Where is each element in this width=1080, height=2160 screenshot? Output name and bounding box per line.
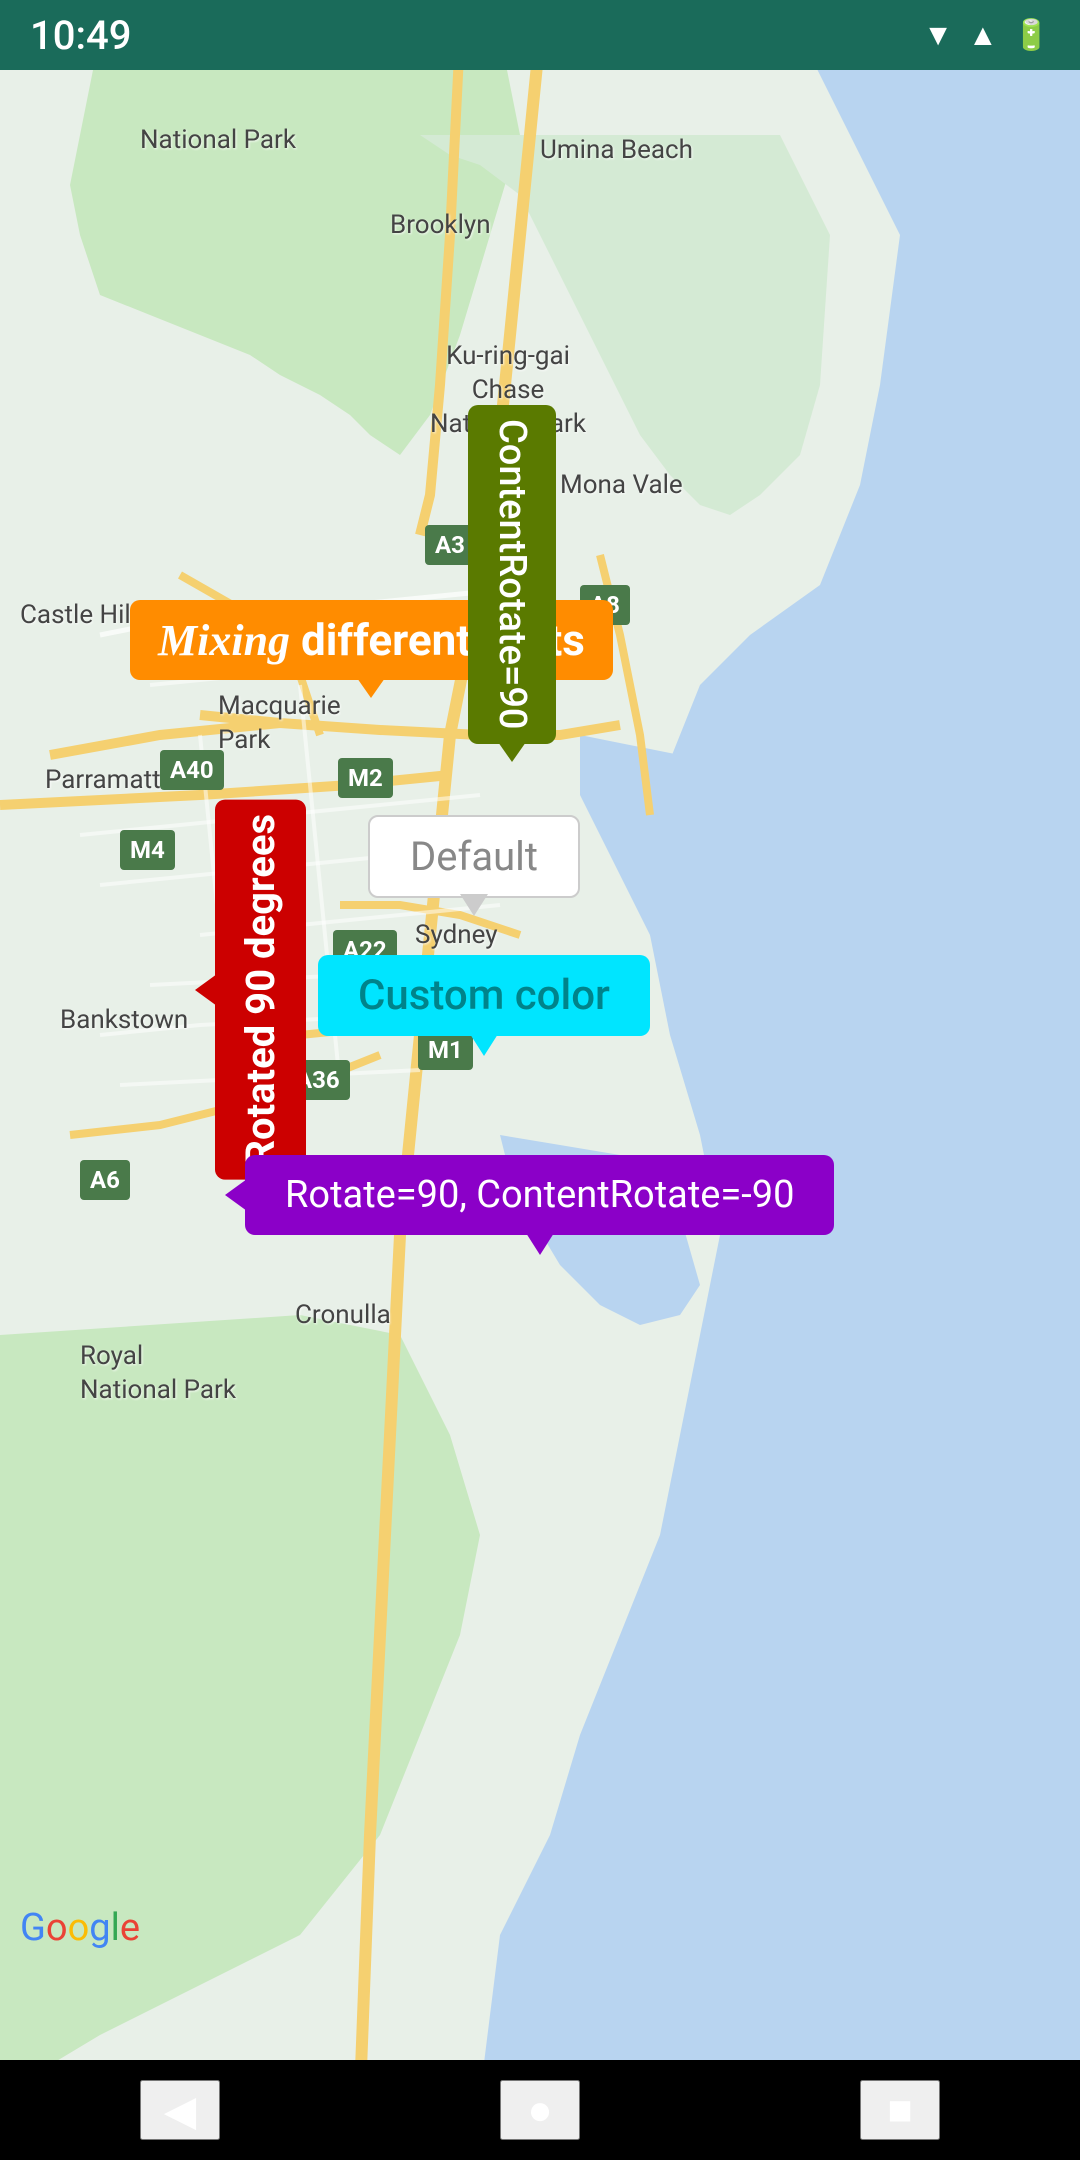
default-marker[interactable]: Default	[368, 815, 580, 898]
rotate90-contentrotate-neg90-marker[interactable]: Rotate=90, ContentRotate=-90	[245, 1155, 834, 1235]
back-button[interactable]: ◀	[140, 2080, 220, 2140]
wifi-icon: ▼	[923, 18, 953, 53]
recent-apps-button[interactable]: ■	[860, 2080, 940, 2140]
road-sign-m4: M4	[120, 830, 175, 870]
road-sign-a40: A40	[160, 750, 224, 790]
label-sydney: Sydney	[415, 920, 498, 950]
label-castle-hill: Castle Hill	[20, 600, 137, 630]
status-bar: 10:49 ▼ ▲ 🔋	[0, 0, 1080, 70]
label-brooklyn: Brooklyn	[390, 210, 491, 240]
road-sign-m1: M1	[418, 1030, 473, 1070]
content-rotate-inner: ContentRotate=90	[468, 405, 556, 744]
label-cronulla: Cronulla	[295, 1300, 391, 1330]
label-macquarie-park: MacquariePark	[218, 690, 341, 758]
mixing-fonts-italic: Mixing	[158, 616, 290, 665]
status-time: 10:49	[30, 12, 131, 59]
rotated-90-marker[interactable]: Rotated 90 degrees	[215, 800, 306, 1184]
content-rotate-marker[interactable]: ContentRotate=90	[468, 405, 556, 744]
signal-icon: ▲	[968, 18, 998, 53]
nav-bar: ◀ ● ■	[0, 2060, 1080, 2160]
battery-icon: 🔋	[1013, 18, 1050, 53]
rotated-90-arrow	[195, 974, 217, 1006]
google-letter-g2: g	[89, 1906, 110, 1950]
map-container[interactable]: National Park Umina Beach Brooklyn Ku-ri…	[0, 70, 1080, 2060]
home-button[interactable]: ●	[500, 2080, 580, 2140]
label-parramatta: Parramatta	[45, 765, 175, 795]
label-bankstown: Bankstown	[60, 1005, 188, 1035]
label-royal-national-park: RoyalNational Park	[80, 1340, 236, 1408]
google-letter-o1: o	[46, 1906, 68, 1950]
status-icons: ▼ ▲ 🔋	[923, 18, 1050, 53]
google-letter-e: e	[120, 1906, 140, 1950]
custom-color-marker[interactable]: Custom color	[318, 955, 650, 1036]
label-mona-vale: Mona Vale	[560, 470, 683, 500]
label-umina-beach: Umina Beach	[540, 135, 693, 165]
road-sign-m2: M2	[338, 758, 393, 798]
google-logo: Google	[20, 1906, 140, 1950]
label-national-park: National Park	[140, 125, 296, 155]
google-letter-l: l	[111, 1906, 120, 1950]
rotated-90-text: Rotated 90 degrees	[215, 800, 306, 1180]
google-letter-o2: o	[68, 1906, 90, 1950]
road-sign-a6: A6	[80, 1160, 130, 1200]
google-letter-g: G	[20, 1906, 46, 1950]
